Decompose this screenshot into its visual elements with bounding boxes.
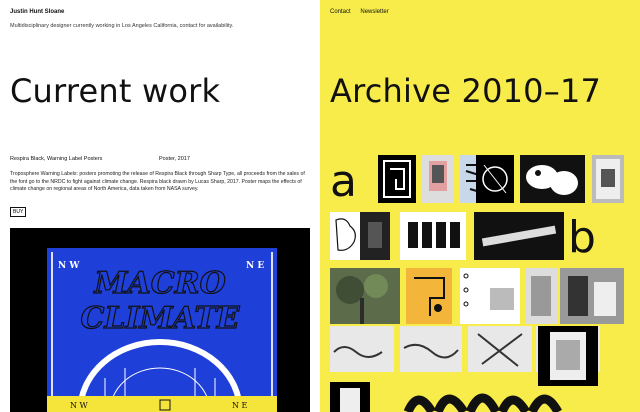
project-description: Troposphere Warning Labels: posters prom… xyxy=(10,171,305,192)
current-work-panel: Justin Hunt Sloane Multidisciplinary des… xyxy=(0,0,320,412)
top-nav: Contact Newsletter xyxy=(330,9,397,15)
archive-thumb[interactable] xyxy=(460,268,520,324)
archive-thumb[interactable] xyxy=(560,268,624,324)
archive-section-b: b xyxy=(568,212,596,263)
poster-corner-right: N E xyxy=(246,261,264,271)
archive-thumb[interactable] xyxy=(406,268,452,324)
archive-thumb[interactable] xyxy=(330,382,370,412)
archive-thumb[interactable] xyxy=(474,212,564,260)
archive-heading: Archive 2010–17 xyxy=(330,72,602,110)
poster-artwork: N W N E MACRO CLIMATE N W N E xyxy=(10,228,310,412)
author-name[interactable]: Justin Hunt Sloane xyxy=(10,9,64,15)
buy-button[interactable]: BUY xyxy=(10,207,27,217)
archive-section-a: a xyxy=(330,156,357,207)
archive-thumb[interactable] xyxy=(525,268,557,324)
archive-thumb[interactable] xyxy=(360,212,390,260)
archive-thumb[interactable] xyxy=(378,155,416,203)
archive-panel: Contact Newsletter Archive 2010–17 a b xyxy=(320,0,640,412)
project-title[interactable]: Respira Black, Warning Label Posters xyxy=(10,156,102,162)
archive-thumb[interactable] xyxy=(538,326,598,386)
poster-corner-left: N W xyxy=(58,261,80,271)
archive-thumb[interactable] xyxy=(592,155,624,203)
archive-thumb[interactable] xyxy=(468,326,532,372)
author-bio: Multidisciplinary designer currently wor… xyxy=(10,23,234,29)
project-type: Poster, 2017 xyxy=(159,156,190,162)
contact-link[interactable]: Contact xyxy=(330,9,351,15)
poster-title-line2: CLIMATE xyxy=(80,301,240,336)
archive-thumb[interactable] xyxy=(476,155,514,203)
archive-thumb[interactable] xyxy=(422,155,454,203)
archive-thumb[interactable] xyxy=(400,326,462,372)
archive-thumb[interactable] xyxy=(400,212,466,260)
poster-title-line1: MACRO xyxy=(93,266,225,301)
newsletter-link[interactable]: Newsletter xyxy=(360,9,388,15)
archive-thumb[interactable] xyxy=(330,326,394,372)
svg-text:N E: N E xyxy=(232,401,248,410)
project-poster-image[interactable]: N W N E MACRO CLIMATE N W N E xyxy=(10,228,310,412)
archive-thumb[interactable] xyxy=(330,268,400,324)
archive-thumb[interactable] xyxy=(520,155,585,203)
archive-thumb[interactable] xyxy=(404,380,584,412)
current-work-heading: Current work xyxy=(10,72,221,110)
svg-text:N W: N W xyxy=(70,401,89,410)
